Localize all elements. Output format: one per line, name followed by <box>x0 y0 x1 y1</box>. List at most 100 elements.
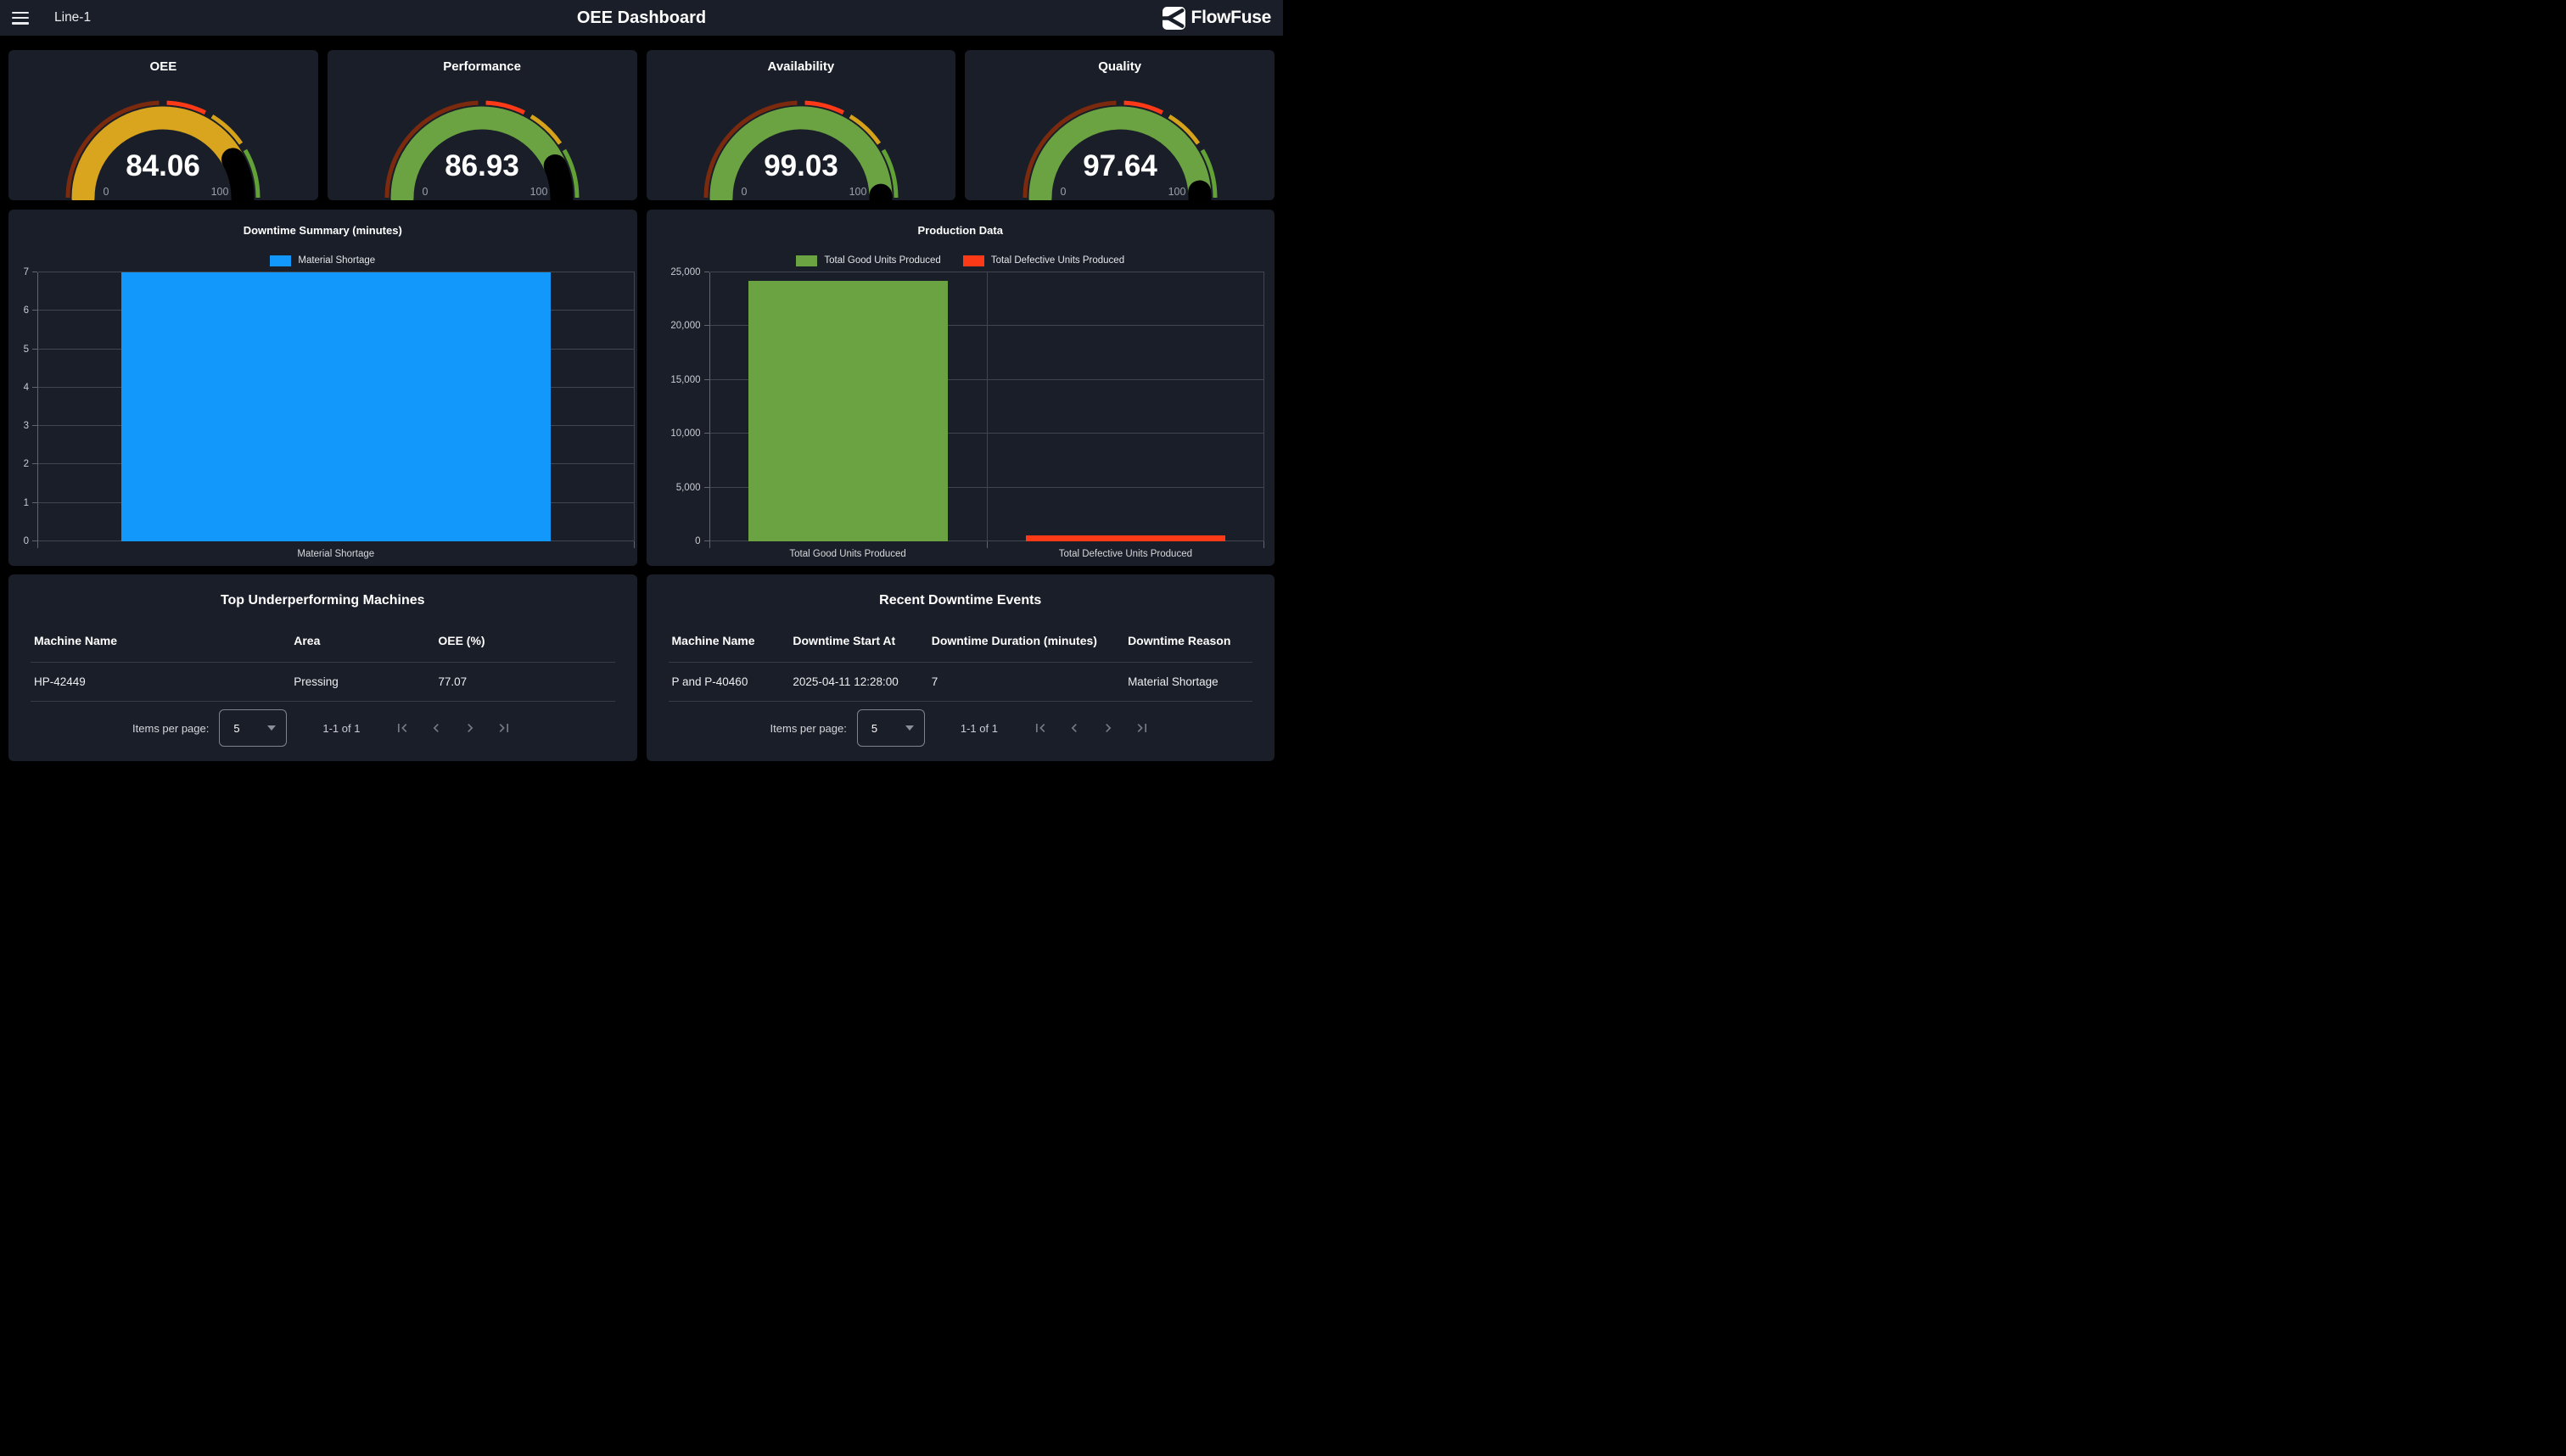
brand-wordmark: FlowFuse <box>1191 8 1271 28</box>
table-header-row: Machine Name Downtime Start At Downtime … <box>672 634 1250 662</box>
downtime-summary-chart: Downtime Summary (minutes) Material Shor… <box>8 210 637 566</box>
y-axis-tick <box>32 463 37 464</box>
y-axis-tick-label: 3 <box>24 421 29 431</box>
y-axis-tick <box>32 310 37 311</box>
column-header: Downtime Duration (minutes) <box>932 634 1128 647</box>
line-selector[interactable]: Line-1 <box>54 10 91 25</box>
y-axis-tick-label: 15,000 <box>670 375 700 385</box>
svg-text:0: 0 <box>104 186 109 198</box>
chart-x-axis-labels: Total Good Units ProducedTotal Defective… <box>709 549 1265 559</box>
legend-swatch <box>963 255 984 266</box>
previous-page-button[interactable] <box>428 720 445 736</box>
y-axis-tick-label: 6 <box>24 305 29 316</box>
column-header: Downtime Reason <box>1128 634 1249 647</box>
previous-page-button[interactable] <box>1066 720 1083 736</box>
items-per-page-label: Items per page: <box>770 722 847 735</box>
y-axis-tick <box>704 487 709 488</box>
svg-text:0: 0 <box>741 186 747 198</box>
legend-label: Material Shortage <box>298 255 375 266</box>
y-axis-tick-label: 2 <box>24 459 29 469</box>
y-axis-tick-label: 0 <box>695 536 700 546</box>
pager-buttons <box>394 720 513 736</box>
chevron-down-icon <box>905 725 914 731</box>
svg-text:100: 100 <box>211 186 229 198</box>
x-axis-tick <box>634 541 635 548</box>
next-page-button[interactable] <box>462 720 479 736</box>
y-axis-tick <box>704 379 709 380</box>
x-axis-category-label: Total Good Units Produced <box>709 549 987 559</box>
pager-buttons <box>1032 720 1151 736</box>
bar-total-defective-units-produced[interactable] <box>1026 535 1225 541</box>
page-range-label: 1-1 of 1 <box>961 722 998 735</box>
availability-gauge: 99.030100 <box>648 70 954 200</box>
items-per-page-label: Items per page: <box>132 722 209 735</box>
chevron-down-icon <box>267 725 276 731</box>
last-page-button[interactable] <box>496 720 513 736</box>
column-header: Machine Name <box>672 634 793 647</box>
items-per-page-select[interactable]: 5 <box>219 709 287 747</box>
cell-machine-name: P and P-40460 <box>672 675 793 688</box>
y-axis-tick <box>32 349 37 350</box>
legend-swatch <box>270 255 291 266</box>
last-page-button[interactable] <box>1134 720 1151 736</box>
legend-label: Total Good Units Produced <box>824 255 940 266</box>
quality-gauge: 97.640100 <box>967 70 1273 200</box>
table-row: Top Underperforming Machines Machine Nam… <box>8 574 1275 761</box>
cell-area: Pressing <box>294 675 438 688</box>
column-header: Machine Name <box>34 634 294 647</box>
svg-text:0: 0 <box>1060 186 1066 198</box>
y-axis-tick-label: 1 <box>24 498 29 508</box>
menu-icon[interactable] <box>12 12 29 25</box>
pagination: Items per page: 5 1-1 of 1 <box>34 709 612 747</box>
y-axis-tick <box>32 387 37 388</box>
svg-text:100: 100 <box>530 186 548 198</box>
items-per-page-select[interactable]: 5 <box>857 709 925 747</box>
first-page-button[interactable] <box>1032 720 1049 736</box>
svg-text:86.93: 86.93 <box>445 149 519 182</box>
table-title: Top Underperforming Machines <box>34 574 612 608</box>
chart-x-axis-labels: Material Shortage <box>37 549 635 559</box>
divider <box>31 701 615 702</box>
next-page-button[interactable] <box>1100 720 1117 736</box>
column-header: Area <box>294 634 438 647</box>
table-header-row: Machine Name Area OEE (%) <box>34 634 612 662</box>
table-row: P and P-40460 2025-04-11 12:28:00 7 Mate… <box>672 663 1250 701</box>
gauge-card-oee: OEE 84.060100 <box>8 50 318 200</box>
svg-text:0: 0 <box>423 186 429 198</box>
production-data-chart: Production Data Total Good Units Produce… <box>647 210 1275 566</box>
y-axis-tick <box>704 433 709 434</box>
cell-downtime-reason: Material Shortage <box>1128 675 1249 688</box>
svg-text:100: 100 <box>1168 186 1185 198</box>
y-axis-tick-label: 10,000 <box>670 428 700 439</box>
legend-item[interactable]: Material Shortage <box>270 255 375 266</box>
x-axis-tick <box>709 541 710 548</box>
first-page-button[interactable] <box>394 720 411 736</box>
page-range-label: 1-1 of 1 <box>322 722 360 735</box>
recent-downtime-events-table: Recent Downtime Events Machine Name Down… <box>647 574 1275 761</box>
bar-material-shortage[interactable] <box>121 272 551 541</box>
column-header: OEE (%) <box>438 634 611 647</box>
bar-total-good-units-produced[interactable] <box>748 281 948 541</box>
legend-swatch <box>796 255 817 266</box>
pagination: Items per page: 5 1-1 of 1 <box>672 709 1250 747</box>
cell-downtime-start: 2025-04-11 12:28:00 <box>793 675 931 688</box>
y-axis-tick-label: 25,000 <box>670 267 700 277</box>
legend-item[interactable]: Total Defective Units Produced <box>963 255 1124 266</box>
cell-oee: 77.07 <box>438 675 611 688</box>
table-title: Recent Downtime Events <box>672 574 1250 608</box>
category-boundary-line <box>1263 272 1264 541</box>
top-underperforming-machines-table: Top Underperforming Machines Machine Nam… <box>8 574 637 761</box>
chart-legend: Material Shortage <box>8 255 637 266</box>
y-axis-tick-label: 5 <box>24 344 29 355</box>
cell-downtime-duration: 7 <box>932 675 1128 688</box>
legend-item[interactable]: Total Good Units Produced <box>796 255 940 266</box>
category-boundary-line <box>634 272 635 541</box>
oee-gauge: 84.060100 <box>10 70 316 200</box>
y-axis-tick <box>32 425 37 426</box>
y-axis-tick-label: 20,000 <box>670 321 700 331</box>
x-axis-tick <box>987 541 988 548</box>
y-axis-tick-label: 0 <box>24 536 29 546</box>
chart-legend: Total Good Units Produced Total Defective… <box>647 255 1275 266</box>
gauge-row: OEE 84.060100 Performance 86.930100 Avai… <box>8 50 1275 200</box>
y-axis-tick <box>32 502 37 503</box>
